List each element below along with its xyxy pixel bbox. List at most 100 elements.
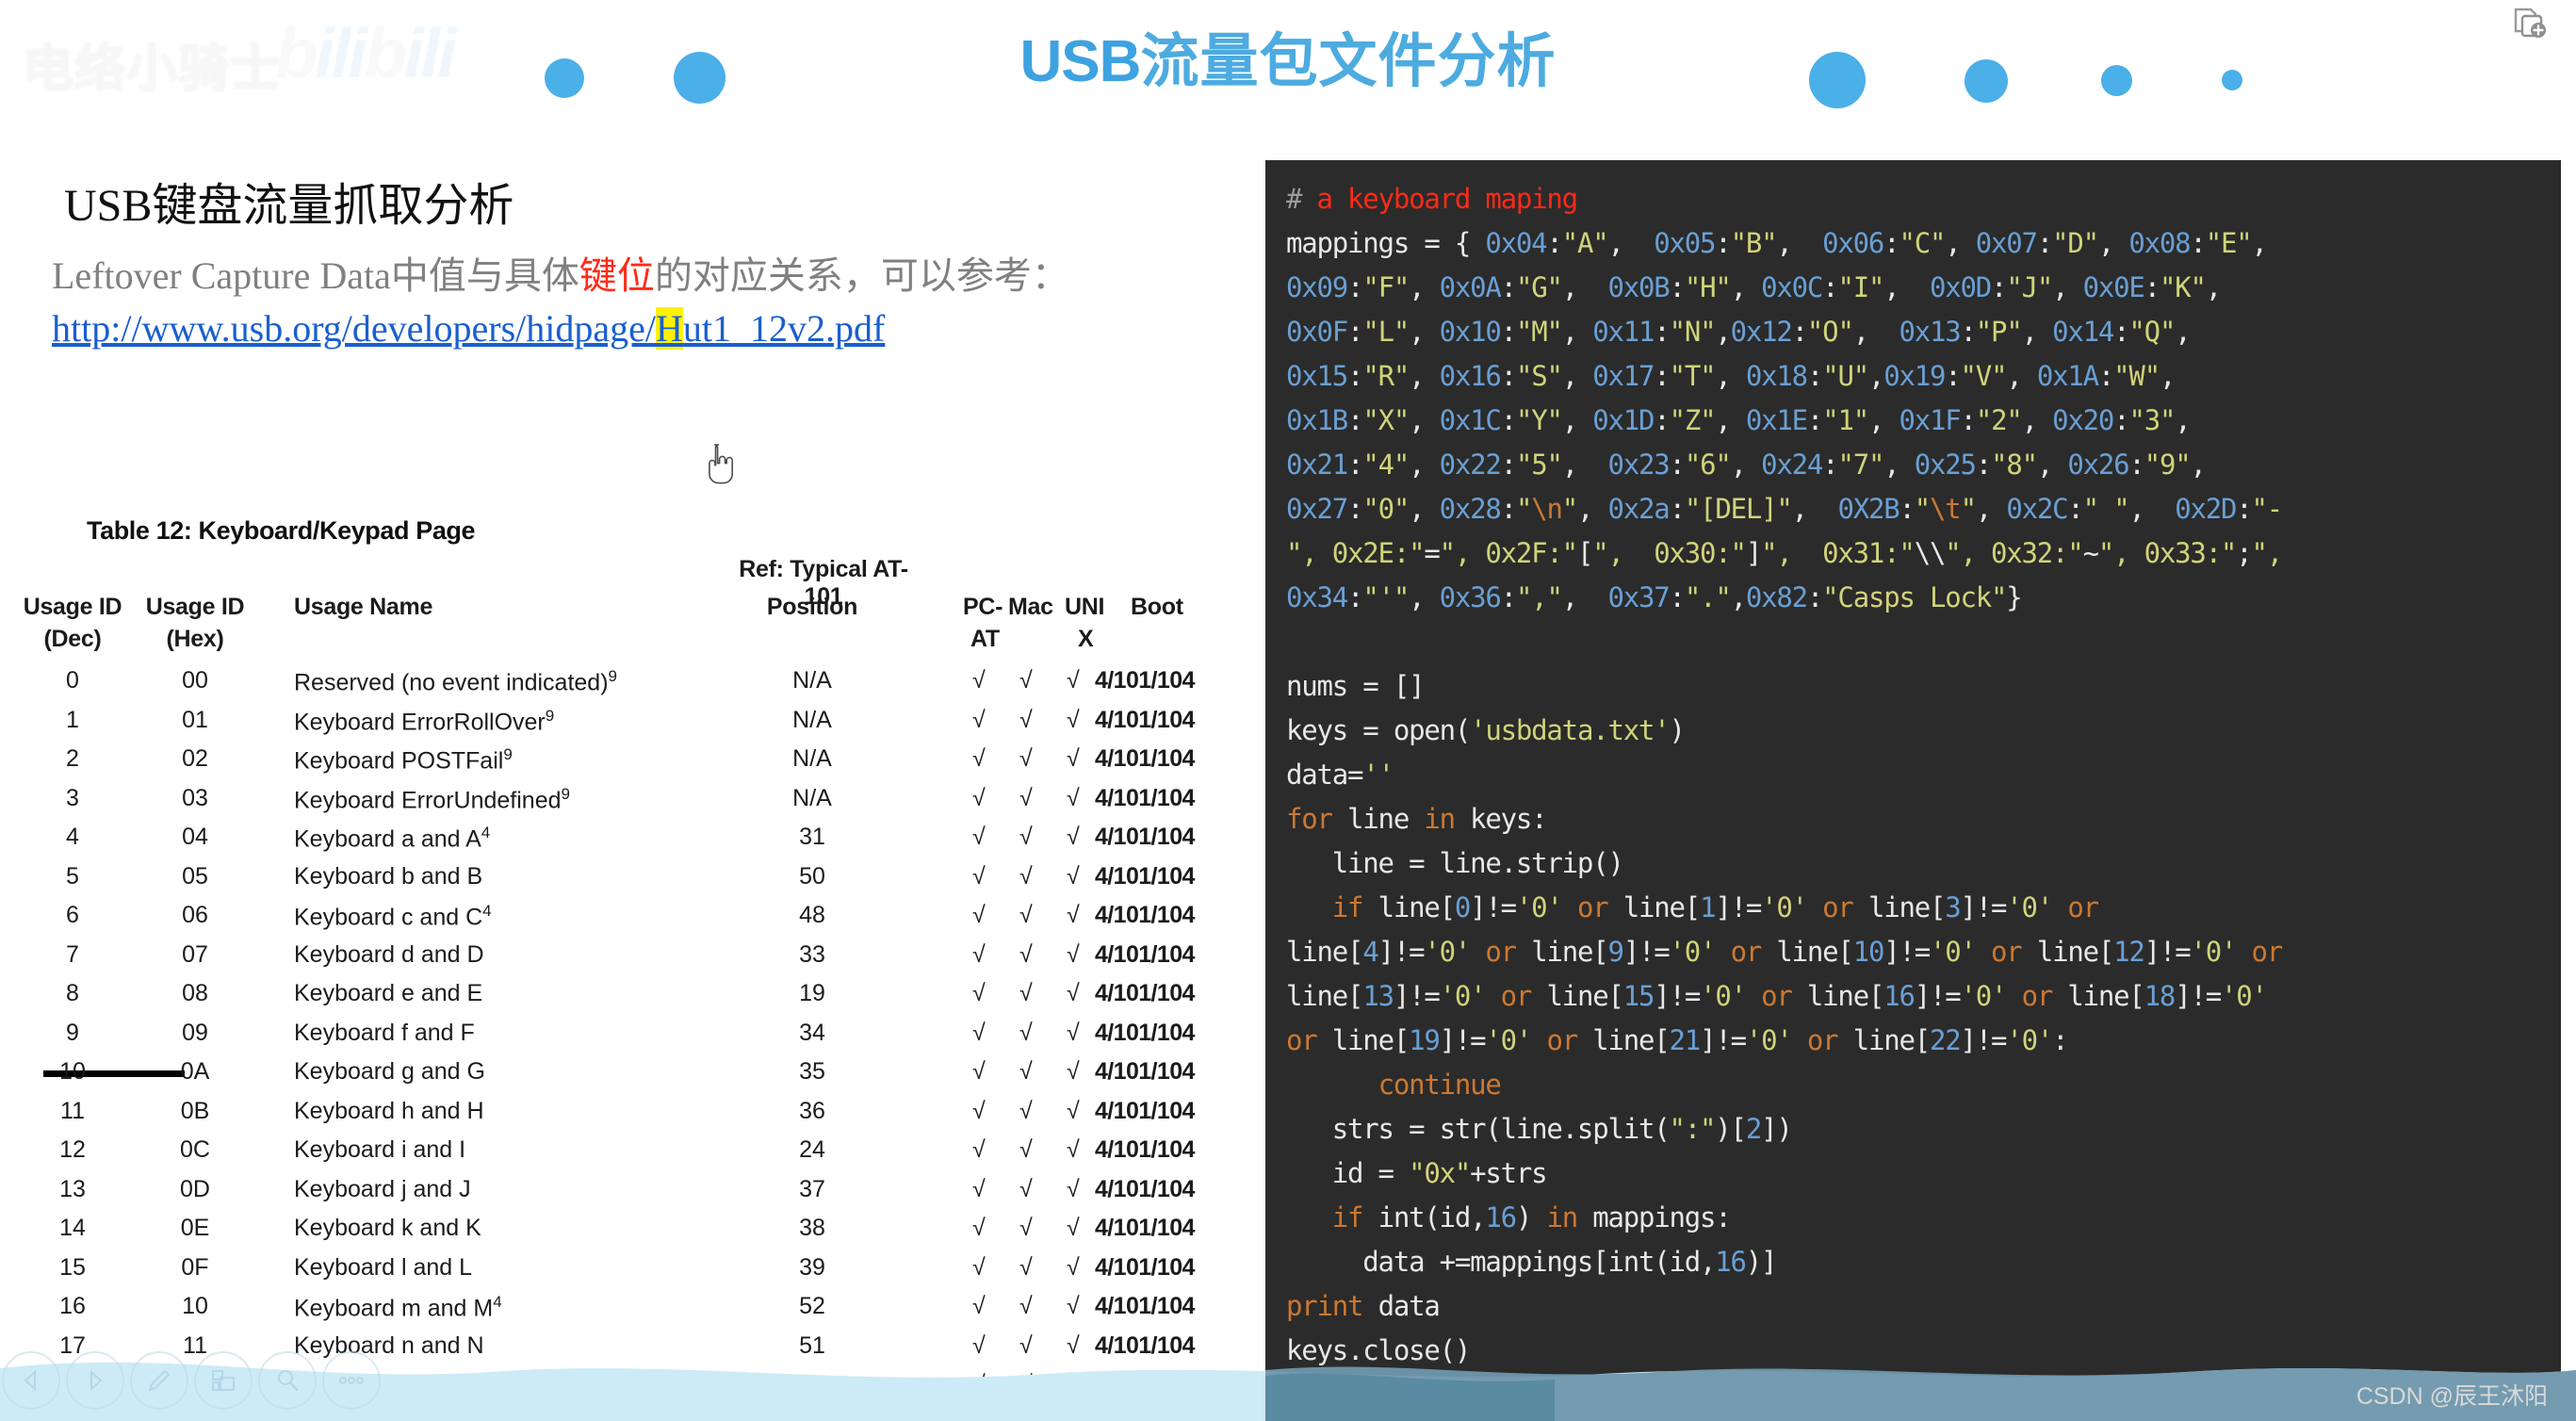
th-unix: UNI — [1065, 594, 1105, 620]
cell-unix: √ — [1067, 1293, 1080, 1319]
cell-usage-hex: 0A — [180, 1058, 210, 1085]
cell-usage-hex: 10 — [182, 1293, 208, 1319]
cell-unix: √ — [1067, 1019, 1080, 1046]
table-row: 16 10 Keyboard m and M4 52 √ √ √ 4/101/104 — [21, 1293, 1236, 1333]
cell-pc-at: √ — [972, 1253, 986, 1281]
more-button[interactable] — [322, 1351, 381, 1410]
cell-usage-hex: 06 — [182, 902, 208, 928]
page-title-cn: 流量包文件分析 — [1140, 30, 1557, 94]
add-slide-icon[interactable] — [2510, 6, 2550, 43]
layout-button[interactable] — [194, 1351, 253, 1410]
cell-usage-name: Keyboard j and J — [294, 1175, 471, 1202]
cell-boot: 4/101/104 — [1095, 862, 1195, 890]
cell-position: 38 — [799, 1215, 825, 1241]
cell-boot: 4/101/104 — [1095, 902, 1195, 928]
left-content-column: USB键盘流量抓取分析 Leftover Capture Data中值与具体键位… — [0, 141, 1263, 1421]
cell-mac: √ — [1019, 1136, 1033, 1163]
th-pc-at: AT — [970, 626, 1000, 652]
table-row: 7 07 Keyboard d and D 33 √ √ √ 4/101/104 — [21, 941, 1236, 982]
cell-boot: 4/101/104 — [1095, 824, 1195, 850]
cell-usage-hex: 07 — [182, 940, 208, 968]
code-line: ", 0x2E:"=", 0x2F:"[", 0x30:"]", 0x31:"\… — [1286, 537, 2283, 569]
page-title: USB流量包文件分析 — [0, 13, 2576, 98]
table-row: 8 08 Keyboard e and E 19 √ √ √ 4/101/104 — [21, 980, 1236, 1021]
code-line: # a keyboard maping — [1286, 183, 1578, 215]
th-pc: PC- — [963, 594, 1003, 620]
cell-usage-dec: 8 — [66, 980, 79, 1006]
previous-slide-button[interactable] — [2, 1351, 60, 1410]
cell-usage-name: Keyboard b and B — [294, 862, 483, 890]
code-line: 0x0F:"L", 0x10:"M", 0x11:"N",0x12:"O", 0… — [1286, 316, 2192, 348]
cell-mac: √ — [1019, 862, 1033, 890]
cell-boot: 4/101/104 — [1095, 667, 1195, 694]
cell-unix: √ — [1067, 706, 1080, 733]
usb-hid-spec-link[interactable]: http://www.usb.org/developers/hidpage/Hu… — [52, 306, 885, 351]
code-line: keys = open('usbdata.txt') — [1286, 714, 1686, 746]
cell-usage-dec: 4 — [66, 824, 79, 850]
cell-pc-at: √ — [972, 824, 986, 850]
th-usage-id-hex: Usage ID — [145, 594, 245, 620]
cell-position: 34 — [799, 1019, 825, 1046]
presentation-toolbar[interactable] — [0, 1338, 396, 1419]
python-code-panel[interactable]: # a keyboard maping mappings = { 0x04:"A"… — [1265, 160, 2561, 1410]
table-row: 12 0C Keyboard i and I 24 √ √ √ 4/101/104 — [21, 1136, 1236, 1177]
cell-unix: √ — [1067, 1215, 1080, 1241]
code-line: if int(id,16) in mappings: — [1331, 1201, 1732, 1233]
code-line: line[13]!='0' or line[15]!='0' or line[1… — [1286, 980, 2268, 1012]
cell-usage-name: Keyboard e and E — [294, 980, 483, 1006]
cell-position: 48 — [799, 902, 825, 928]
cell-unix: √ — [1067, 940, 1080, 968]
cell-mac: √ — [1019, 1293, 1033, 1319]
cell-usage-dec: 3 — [66, 784, 79, 811]
play-button[interactable] — [66, 1351, 124, 1410]
cell-position: N/A — [792, 667, 832, 694]
csdn-watermark: CSDN @辰王沐阳 — [2356, 1383, 2548, 1410]
cell-unix: √ — [1067, 1175, 1080, 1202]
cell-usage-hex: 0E — [180, 1215, 210, 1241]
cell-position: N/A — [792, 745, 832, 772]
cell-usage-hex: 0F — [181, 1253, 209, 1281]
cell-usage-hex: 05 — [182, 862, 208, 890]
table-row: 11 0B Keyboard h and H 36 √ √ √ 4/101/104 — [21, 1098, 1236, 1138]
cell-mac: √ — [1019, 1175, 1033, 1202]
zoom-button[interactable] — [258, 1351, 317, 1410]
th-usage-name: Usage Name — [294, 594, 433, 620]
cell-pc-at: √ — [972, 1058, 986, 1085]
th-position: Position — [766, 594, 858, 620]
cell-unix: √ — [1067, 784, 1080, 811]
cell-position: 35 — [799, 1058, 825, 1085]
paragraph-highlight: 键位 — [579, 254, 655, 297]
cell-pc-at: √ — [972, 1019, 986, 1046]
cell-position: 33 — [799, 940, 825, 968]
th-usage-id-hex-unit: (Hex) — [166, 626, 224, 652]
cell-unix: √ — [1067, 1058, 1080, 1085]
table-row: 2 02 Keyboard POSTFail9 N/A √ √ √ 4/101/104 — [21, 745, 1236, 786]
cell-unix: √ — [1067, 824, 1080, 850]
cell-pc-at: √ — [972, 1175, 986, 1202]
cell-boot: 4/101/104 — [1095, 980, 1195, 1006]
decor-dot-5 — [2101, 65, 2132, 96]
cell-usage-hex: 08 — [182, 980, 208, 1006]
cell-unix: √ — [1067, 1097, 1080, 1124]
cell-usage-dec: 1 — [66, 706, 79, 733]
link-highlight: H — [656, 307, 683, 350]
cell-unix: √ — [1067, 667, 1080, 694]
cell-boot: 4/101/104 — [1095, 1175, 1195, 1202]
cell-position: 19 — [799, 980, 825, 1006]
cell-position: 36 — [799, 1097, 825, 1124]
cell-usage-name: Keyboard POSTFail9 — [294, 745, 513, 775]
code-line: line[4]!='0' or line[9]!='0' or line[10]… — [1286, 936, 2283, 968]
cell-usage-name: Keyboard i and I — [294, 1136, 466, 1163]
cell-pc-at: √ — [972, 784, 986, 811]
code-line: 0x15:"R", 0x16:"S", 0x17:"T", 0x18:"U",0… — [1286, 360, 2176, 392]
table-row: 4 04 Keyboard a and A4 31 √ √ √ 4/101/104 — [21, 824, 1236, 864]
cell-boot: 4/101/104 — [1095, 940, 1195, 968]
cell-unix: √ — [1067, 745, 1080, 772]
cell-boot: 4/101/104 — [1095, 1019, 1195, 1046]
cell-pc-at: √ — [972, 902, 986, 928]
cell-boot: 4/101/104 — [1095, 1293, 1195, 1319]
paragraph-part-a: Leftover Capture Data中值与具体 — [52, 254, 579, 297]
code-line: 0x1B:"X", 0x1C:"Y", 0x1D:"Z", 0x1E:"1", … — [1286, 404, 2192, 436]
cell-position: 37 — [799, 1175, 825, 1202]
pen-button[interactable] — [130, 1351, 188, 1410]
